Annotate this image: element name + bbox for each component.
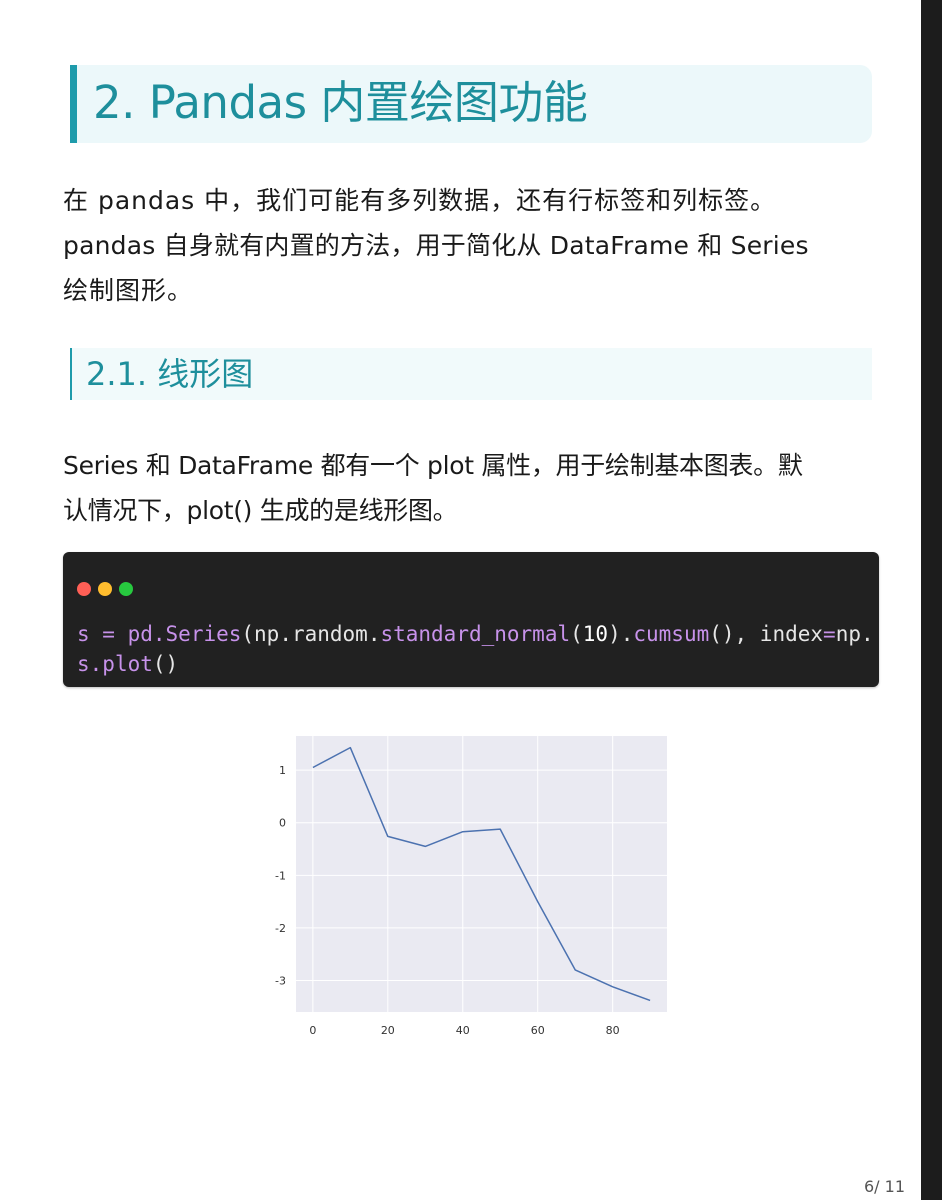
window-minimize-dot-icon: [98, 582, 112, 596]
code-line-1: s = pd.Series(np.random.standard_normal(…: [77, 619, 874, 649]
intro-paragraph: 在 pandas 中，我们可能有多列数据，还有行标签和列标签。 pandas 自…: [63, 178, 879, 313]
code-token: (: [570, 622, 583, 646]
code-token: plot: [102, 652, 153, 676]
subsection-heading-box: 2.1. 线形图: [70, 348, 872, 400]
code-token: =: [823, 622, 836, 646]
intro-line: 绘制图形。: [63, 276, 194, 305]
code-token: 10: [582, 622, 609, 646]
code-block[interactable]: s = pd.Series(np.random.standard_normal(…: [63, 552, 879, 687]
y-tick-label: 0: [279, 817, 286, 830]
line-chart-svg: 0 20 40 60 80 1 0 -1 -2 -3: [275, 736, 667, 1037]
window-maximize-dot-icon: [119, 582, 133, 596]
body-line: Series 和 DataFrame 都有一个 plot 属性，用于绘制基本图表…: [63, 451, 803, 480]
section-heading: 2. Pandas 内置绘图功能: [93, 76, 588, 129]
code-token: standard_normal: [380, 622, 571, 646]
code-line-2: s.plot(): [77, 649, 874, 679]
document-page: 2. Pandas 内置绘图功能 在 pandas 中，我们可能有多列数据，还有…: [0, 0, 921, 1200]
line-chart: 0 20 40 60 80 1 0 -1 -2 -3: [260, 730, 680, 1050]
code-token: (np.random.: [241, 622, 381, 646]
body-line: 认情况下，plot() 生成的是线形图。: [63, 496, 458, 525]
x-tick-label: 0: [309, 1024, 316, 1037]
code-token: np.: [835, 622, 874, 646]
section-heading-box: 2. Pandas 内置绘图功能: [70, 65, 872, 143]
y-tick-label: -3: [275, 974, 286, 987]
code-token: pd.: [114, 622, 166, 646]
window-close-dot-icon: [77, 582, 91, 596]
code-token: s.: [77, 652, 103, 676]
page-number: 6/ 11: [863, 1177, 905, 1196]
code-token: ).: [608, 622, 634, 646]
code-token: cumsum: [633, 622, 710, 646]
y-tick-label: 1: [279, 764, 286, 777]
code-token: s: [77, 622, 103, 646]
y-tick-label: -2: [275, 922, 286, 935]
x-tick-label: 60: [531, 1024, 545, 1037]
code-token: (), index: [709, 622, 824, 646]
x-tick-label: 80: [606, 1024, 620, 1037]
y-tick-label: -1: [275, 869, 286, 882]
x-tick-label: 40: [456, 1024, 470, 1037]
intro-line: 在 pandas 中，我们可能有多列数据，还有行标签和列标签。: [63, 186, 777, 215]
code-token: =: [102, 622, 115, 646]
code-text: s = pd.Series(np.random.standard_normal(…: [77, 619, 874, 679]
body-paragraph: Series 和 DataFrame 都有一个 plot 属性，用于绘制基本图表…: [63, 443, 879, 533]
plot-area: [296, 736, 667, 1012]
intro-line: pandas 自身就有内置的方法，用于简化从 DataFrame 和 Serie…: [63, 231, 809, 260]
x-tick-label: 20: [381, 1024, 395, 1037]
code-token: (): [152, 652, 179, 676]
subsection-heading: 2.1. 线形图: [86, 355, 254, 393]
code-token: Series: [165, 622, 242, 646]
